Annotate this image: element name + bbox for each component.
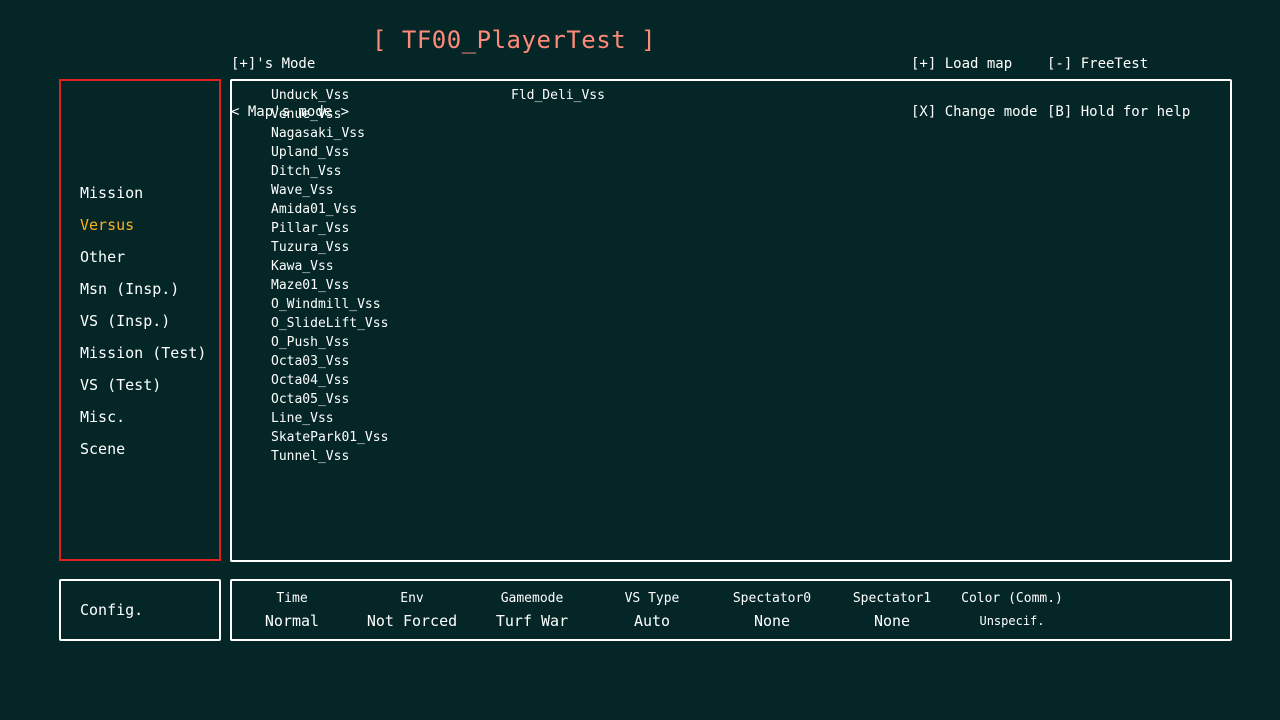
category-item-mission-test[interactable]: Mission (Test) <box>80 342 206 374</box>
setting-spectator0[interactable]: Spectator0 None <box>712 589 832 633</box>
map-list-panel: Unduck_Vss Venue_Vss Nagasaki_Vss Upland_Vs… <box>230 79 1232 562</box>
category-item-mission[interactable]: Mission <box>80 182 206 214</box>
mode-line-1: [+]'s Mode <box>231 56 316 72</box>
setting-value: Auto <box>633 612 671 630</box>
map-item[interactable]: Octa04_Vss <box>271 371 388 390</box>
setting-vs-type[interactable]: VS Type Auto <box>592 589 712 633</box>
map-item[interactable]: O_Push_Vss <box>271 333 388 352</box>
category-item-versus[interactable]: Versus <box>80 214 206 246</box>
map-item[interactable]: Fld_Deli_Vss <box>511 86 605 105</box>
config-settings-panel: Time Normal Env Not Forced Gamemode Turf War V… <box>230 579 1232 641</box>
map-item[interactable]: Amida01_Vss <box>271 200 388 219</box>
setting-value: None <box>873 612 911 630</box>
category-item-misc[interactable]: Misc. <box>80 406 206 438</box>
setting-value: Turf War <box>495 612 569 630</box>
category-item-vs-insp[interactable]: VS (Insp.) <box>80 310 206 342</box>
category-item-vs-test[interactable]: VS (Test) <box>80 374 206 406</box>
map-item[interactable]: Pillar_Vss <box>271 219 388 238</box>
map-item[interactable]: Venue_Vss <box>271 105 388 124</box>
map-item[interactable]: Ditch_Vss <box>271 162 388 181</box>
setting-value: Normal <box>264 612 320 630</box>
config-label: Config. <box>80 601 144 619</box>
category-item-other[interactable]: Other <box>80 246 206 278</box>
setting-label: Env <box>400 591 424 606</box>
map-item[interactable]: Tuzura_Vss <box>271 238 388 257</box>
map-item[interactable]: Octa03_Vss <box>271 352 388 371</box>
map-item[interactable]: Wave_Vss <box>271 181 388 200</box>
map-item[interactable]: Kawa_Vss <box>271 257 388 276</box>
hint-load-map: [+] Load map <box>911 56 1013 72</box>
setting-value: Unspecif. <box>979 614 1045 628</box>
setting-label: Spectator1 <box>852 591 932 606</box>
map-item[interactable]: Maze01_Vss <box>271 276 388 295</box>
map-column-2: Fld_Deli_Vss <box>511 86 605 105</box>
setting-value: None <box>753 612 791 630</box>
debug-menu-screen: [+]'s Mode < Map's mode > [ TF00_PlayerT… <box>0 0 1280 720</box>
hint-free-test: [-] FreeTest <box>1047 56 1149 72</box>
setting-color-comm[interactable]: Color (Comm.) Unspecif. <box>952 589 1072 633</box>
setting-label: Color (Comm.) <box>961 591 1063 606</box>
map-item[interactable]: Nagasaki_Vss <box>271 124 388 143</box>
category-list: Mission Versus Other Msn (Insp.) VS (Insp.) M… <box>80 182 206 470</box>
setting-env[interactable]: Env Not Forced <box>352 589 472 633</box>
map-item[interactable]: O_Windmill_Vss <box>271 295 388 314</box>
setting-label: Spectator0 <box>732 591 812 606</box>
map-item[interactable]: Unduck_Vss <box>271 86 388 105</box>
config-tab[interactable]: Config. <box>59 579 221 641</box>
setting-label: Time <box>276 591 308 606</box>
map-item[interactable]: Line_Vss <box>271 409 388 428</box>
map-item[interactable]: Octa05_Vss <box>271 390 388 409</box>
map-item[interactable]: Upland_Vss <box>271 143 388 162</box>
setting-gamemode[interactable]: Gamemode Turf War <box>472 589 592 633</box>
category-sidebar: Mission Versus Other Msn (Insp.) VS (Insp.) M… <box>59 79 221 561</box>
map-column-1: Unduck_Vss Venue_Vss Nagasaki_Vss Upland_Vs… <box>271 86 388 466</box>
map-item[interactable]: O_SlideLift_Vss <box>271 314 388 333</box>
setting-label: Gamemode <box>500 591 564 606</box>
setting-spectator1[interactable]: Spectator1 None <box>832 589 952 633</box>
setting-label: VS Type <box>624 591 680 606</box>
setting-time[interactable]: Time Normal <box>232 589 352 633</box>
category-item-scene[interactable]: Scene <box>80 438 206 470</box>
current-map-title: [ TF00_PlayerTest ] <box>372 26 657 54</box>
map-item[interactable]: Tunnel_Vss <box>271 447 388 466</box>
category-item-msn-insp[interactable]: Msn (Insp.) <box>80 278 206 310</box>
setting-value: Not Forced <box>366 612 458 630</box>
map-item[interactable]: SkatePark01_Vss <box>271 428 388 447</box>
